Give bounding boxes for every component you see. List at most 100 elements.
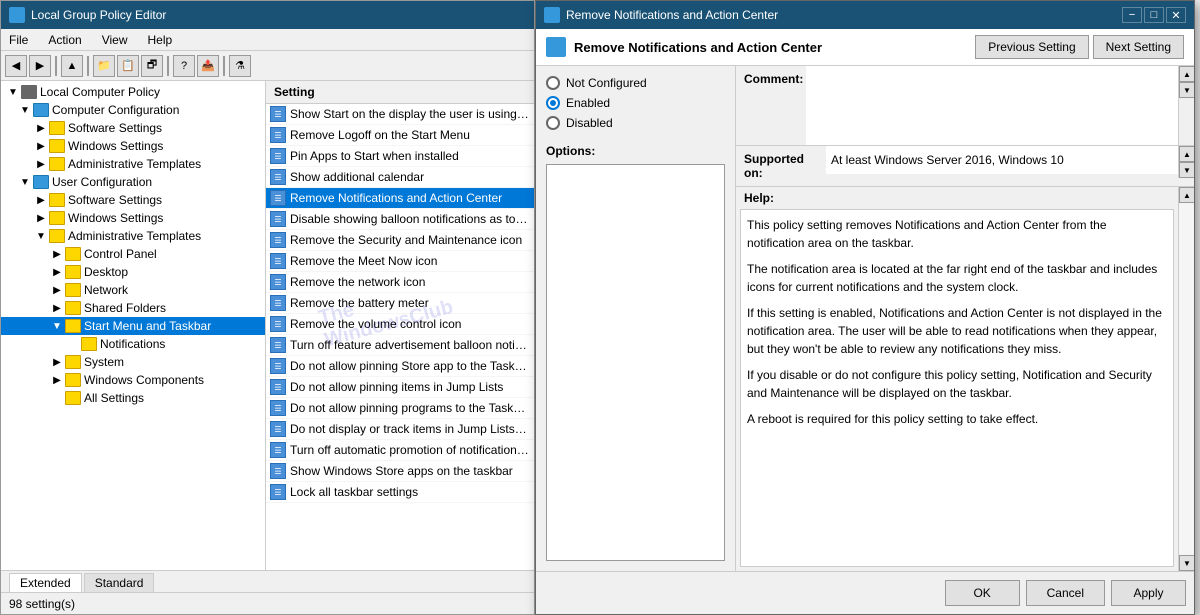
dialog-right-panel: Comment: ▲ ▼ Supported on: At least Wind… [736, 66, 1194, 571]
comment-scroll-down[interactable]: ▼ [1179, 82, 1194, 98]
tree-desktop[interactable]: ▶ Desktop [1, 263, 265, 281]
admin-templates-1-expand-icon[interactable]: ▶ [33, 156, 49, 172]
comment-scroll-up[interactable]: ▲ [1179, 66, 1194, 82]
user-config-expand-icon[interactable]: ▼ [17, 174, 33, 190]
minimize-button[interactable]: − [1122, 7, 1142, 23]
tree-admin-templates-1[interactable]: ▶ Administrative Templates [1, 155, 265, 173]
maximize-button[interactable]: □ [1144, 7, 1164, 23]
list-item[interactable]: Do not allow pinning programs to the Tas… [266, 398, 534, 419]
supported-scroll-down[interactable]: ▼ [1179, 162, 1194, 178]
tree-windows-components[interactable]: ▶ Windows Components [1, 371, 265, 389]
list-item[interactable]: Turn off feature advertisement balloon n… [266, 335, 534, 356]
tree-system[interactable]: ▶ System [1, 353, 265, 371]
root-expand-icon[interactable]: ▼ [5, 84, 21, 100]
forward-button[interactable]: ▶ [29, 55, 51, 77]
radio-disabled[interactable]: Disabled [546, 116, 725, 130]
windows-settings-2-expand-icon[interactable]: ▶ [33, 210, 49, 226]
network-expand-icon[interactable]: ▶ [49, 282, 65, 298]
tree-software-settings-2[interactable]: ▶ Software Settings [1, 191, 265, 209]
tree-windows-settings[interactable]: ▶ Windows Settings [1, 137, 265, 155]
system-expand-icon[interactable]: ▶ [49, 354, 65, 370]
all-settings-expand-icon[interactable] [49, 390, 65, 406]
help-btn[interactable]: ? [173, 55, 195, 77]
filter-btn[interactable]: ⚗ [229, 55, 251, 77]
next-setting-button[interactable]: Next Setting [1093, 35, 1184, 59]
properties-btn[interactable]: 📋 [117, 55, 139, 77]
menu-view[interactable]: View [98, 31, 132, 49]
comment-box[interactable] [806, 66, 1178, 145]
tree-computer-config[interactable]: ▼ Computer Configuration [1, 101, 265, 119]
list-item-selected[interactable]: Remove Notifications and Action Center [266, 188, 534, 209]
shared-folders-expand-icon[interactable]: ▶ [49, 300, 65, 316]
windows-components-expand-icon[interactable]: ▶ [49, 372, 65, 388]
tree-admin-templates-2[interactable]: ▼ Administrative Templates [1, 227, 265, 245]
supported-scroll-up[interactable]: ▲ [1179, 146, 1194, 162]
export-btn[interactable]: 📤 [197, 55, 219, 77]
start-menu-expand-icon[interactable]: ▼ [49, 318, 65, 334]
help-label: Help: [736, 187, 1178, 209]
menu-help[interactable]: Help [144, 31, 177, 49]
list-item[interactable]: Do not allow pinning Store app to the Ta… [266, 356, 534, 377]
options-box [546, 164, 725, 561]
admin-templates-2-expand-icon[interactable]: ▼ [33, 228, 49, 244]
show-hide-btn[interactable]: 📁 [93, 55, 115, 77]
toolbar-separator-3 [167, 56, 169, 76]
tree-root[interactable]: ▼ Local Computer Policy [1, 83, 265, 101]
list-item[interactable]: Show additional calendar [266, 167, 534, 188]
desktop-expand-icon[interactable]: ▶ [49, 264, 65, 280]
close-button[interactable]: ✕ [1166, 7, 1186, 23]
list-item[interactable]: Disable showing balloon notifications as… [266, 209, 534, 230]
software-settings-2-expand-icon[interactable]: ▶ [33, 192, 49, 208]
tree-start-menu-taskbar[interactable]: ▼ Start Menu and Taskbar [1, 317, 265, 335]
list-item[interactable]: Lock all taskbar settings [266, 482, 534, 503]
list-item[interactable]: Show Start on the display the user is us… [266, 104, 534, 125]
tree-windows-settings-2[interactable]: ▶ Windows Settings [1, 209, 265, 227]
list-item[interactable]: Remove the network icon [266, 272, 534, 293]
computer-config-expand-icon[interactable]: ▼ [17, 102, 33, 118]
setting-icon [270, 232, 286, 248]
list-item-text: Turn off automatic promotion of notifica… [290, 443, 530, 457]
radio-not-configured[interactable]: Not Configured [546, 76, 725, 90]
menu-file[interactable]: File [5, 31, 32, 49]
software-settings-expand-icon[interactable]: ▶ [33, 120, 49, 136]
list-item[interactable]: Remove the volume control icon [266, 314, 534, 335]
list-item[interactable]: Do not display or track items in Jump Li… [266, 419, 534, 440]
control-panel-expand-icon[interactable]: ▶ [49, 246, 65, 262]
back-button[interactable]: ◀ [5, 55, 27, 77]
desktop-label: Desktop [84, 265, 128, 279]
tree-software-settings[interactable]: ▶ Software Settings [1, 119, 265, 137]
start-menu-label: Start Menu and Taskbar [84, 319, 211, 333]
previous-setting-button[interactable]: Previous Setting [975, 35, 1088, 59]
notifications-expand-icon[interactable] [65, 336, 81, 352]
tree-network[interactable]: ▶ Network [1, 281, 265, 299]
list-item-text: Disable showing balloon notifications as… [290, 212, 530, 226]
list-item[interactable]: Show Windows Store apps on the taskbar [266, 461, 534, 482]
list-item[interactable]: Remove the Meet Now icon [266, 251, 534, 272]
tree-notifications[interactable]: Notifications [1, 335, 265, 353]
tree-all-settings[interactable]: All Settings [1, 389, 265, 407]
new-window-btn[interactable]: 🗗 [141, 55, 163, 77]
windows-settings-expand-icon[interactable]: ▶ [33, 138, 49, 154]
radio-enabled[interactable]: Enabled [546, 96, 725, 110]
list-item[interactable]: Do not allow pinning items in Jump Lists [266, 377, 534, 398]
apply-button[interactable]: Apply [1111, 580, 1186, 606]
ok-button[interactable]: OK [945, 580, 1020, 606]
tab-standard[interactable]: Standard [84, 573, 155, 592]
list-item[interactable]: Pin Apps to Start when installed [266, 146, 534, 167]
tree-shared-folders[interactable]: ▶ Shared Folders [1, 299, 265, 317]
tree-control-panel[interactable]: ▶ Control Panel [1, 245, 265, 263]
help-scroll-up[interactable]: ▲ [1179, 187, 1194, 203]
tree-user-config[interactable]: ▼ User Configuration [1, 173, 265, 191]
cancel-button[interactable]: Cancel [1026, 580, 1105, 606]
menu-action[interactable]: Action [44, 31, 85, 49]
list-item[interactable]: Turn off automatic promotion of notifica… [266, 440, 534, 461]
list-item[interactable]: Remove Logoff on the Start Menu [266, 125, 534, 146]
start-menu-icon [65, 319, 81, 333]
list-item-text: Do not allow pinning items in Jump Lists [290, 380, 503, 394]
list-item[interactable]: Remove the Security and Maintenance icon [266, 230, 534, 251]
tab-extended[interactable]: Extended [9, 573, 82, 592]
help-scroll-down[interactable]: ▼ [1179, 555, 1194, 571]
list-item[interactable]: Remove the battery meter [266, 293, 534, 314]
up-button[interactable]: ▲ [61, 55, 83, 77]
admin-templates-1-icon [49, 157, 65, 171]
